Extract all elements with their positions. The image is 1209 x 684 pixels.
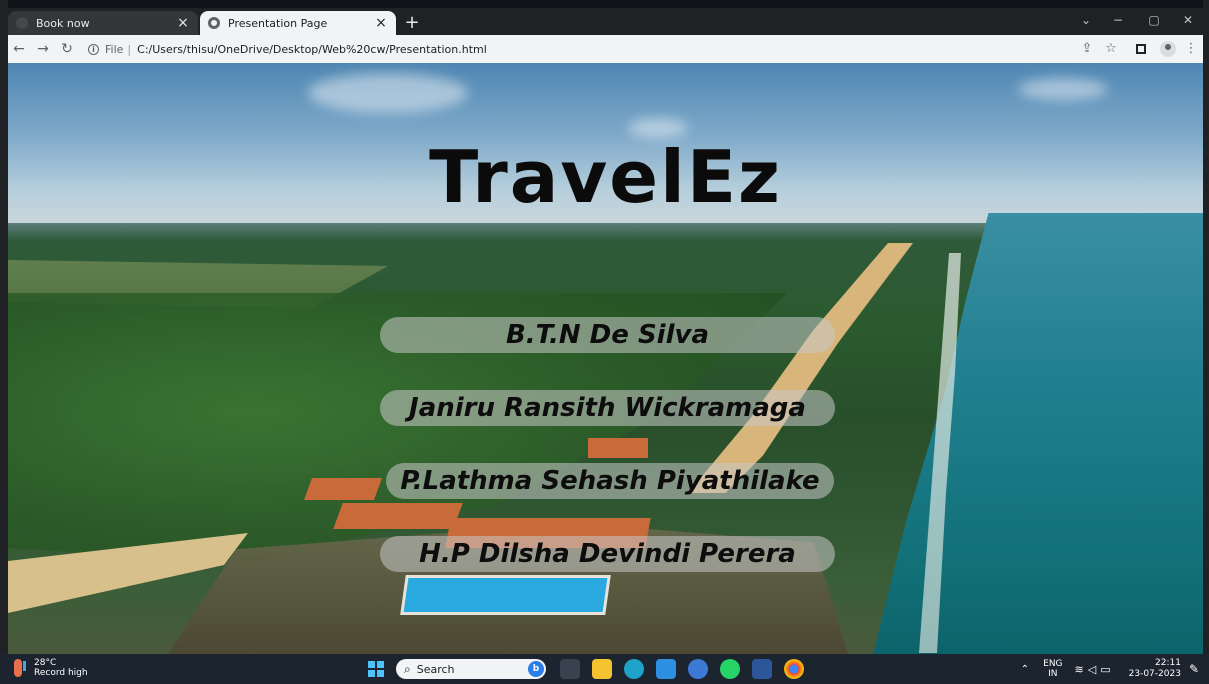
scheme-label: File bbox=[105, 42, 124, 56]
url-text[interactable]: C:/Users/thisu/OneDrive/Desktop/Web%20cw… bbox=[137, 43, 487, 56]
taskbar-center: ⌕ Search b bbox=[368, 659, 810, 679]
wifi-volume-battery-icons[interactable]: ≋◁▭ bbox=[1075, 663, 1115, 676]
window-frame-right bbox=[1203, 0, 1209, 654]
language-code: ENG bbox=[1043, 659, 1063, 669]
vscode-icon[interactable] bbox=[656, 659, 676, 679]
windows-start-icon[interactable] bbox=[368, 661, 384, 677]
chevron-up-icon[interactable]: ⌃ bbox=[1021, 664, 1029, 675]
address-bar[interactable]: i File | C:/Users/thisu/OneDrive/Desktop… bbox=[88, 37, 1088, 61]
close-icon[interactable]: × bbox=[374, 16, 388, 30]
language-region: IN bbox=[1048, 669, 1058, 679]
tab-book-now[interactable]: Book now × bbox=[8, 11, 198, 35]
windows-taskbar: 28°C Record high ⌕ Search b ⌃ ENG IN ≋◁▭… bbox=[0, 654, 1209, 684]
maximize-button[interactable]: ▢ bbox=[1144, 13, 1164, 27]
swimming-pool bbox=[400, 575, 611, 615]
hotel-roof bbox=[333, 503, 463, 529]
file-explorer-icon[interactable] bbox=[592, 659, 612, 679]
window-frame-left bbox=[0, 0, 8, 654]
chrome-icon[interactable] bbox=[784, 659, 804, 679]
edge-icon[interactable] bbox=[624, 659, 644, 679]
menu-kebab-icon[interactable]: ⋮ bbox=[1182, 40, 1200, 58]
cloud-shape bbox=[308, 73, 468, 113]
system-tray: ⌃ ENG IN ≋◁▭ 22:11 23-07-2023 ✎ bbox=[1021, 654, 1209, 684]
team-member-name: B.T.N De Silva bbox=[380, 317, 835, 353]
tab-search-dropdown-icon[interactable]: ⌄ bbox=[1076, 13, 1096, 27]
tab-title: Presentation Page bbox=[228, 16, 328, 30]
weather-temperature: 28°C bbox=[34, 658, 57, 668]
profile-avatar-icon[interactable] bbox=[1160, 41, 1176, 57]
clock[interactable]: 22:11 23-07-2023 bbox=[1129, 658, 1181, 680]
search-placeholder: Search bbox=[416, 662, 455, 676]
page-title: TravelEz bbox=[429, 135, 782, 219]
cloud-shape bbox=[1018, 78, 1108, 100]
info-icon[interactable]: i bbox=[88, 43, 99, 55]
hotel-roof bbox=[588, 438, 648, 458]
forward-arrow-icon[interactable]: → bbox=[34, 40, 52, 58]
bookmark-star-icon[interactable]: ☆ bbox=[1102, 40, 1120, 58]
whatsapp-icon[interactable] bbox=[720, 659, 740, 679]
team-member-name: P.Lathma Sehash Piyathilake bbox=[386, 463, 834, 499]
word-icon[interactable] bbox=[752, 659, 772, 679]
weather-description: Record high bbox=[34, 668, 88, 678]
search-icon: ⌕ bbox=[404, 661, 411, 676]
language-indicator[interactable]: ENG IN bbox=[1043, 659, 1062, 679]
notification-icon[interactable]: ✎ bbox=[1189, 662, 1199, 676]
taskbar-search[interactable]: ⌕ Search b bbox=[396, 659, 546, 679]
share-icon[interactable]: ⇪ bbox=[1078, 40, 1096, 58]
clock-time: 22:11 bbox=[1155, 658, 1181, 668]
background-sea bbox=[873, 213, 1203, 654]
weather-text: 28°C Record high bbox=[34, 658, 88, 678]
scheme-separator: | bbox=[127, 42, 132, 56]
globe-icon bbox=[208, 17, 220, 29]
close-window-button[interactable]: ✕ bbox=[1178, 13, 1198, 27]
weather-widget[interactable]: 28°C Record high bbox=[14, 658, 88, 678]
back-arrow-icon[interactable]: ← bbox=[10, 40, 28, 58]
bing-icon[interactable]: b bbox=[528, 661, 544, 677]
clock-date: 23-07-2023 bbox=[1128, 669, 1181, 679]
new-tab-button[interactable]: + bbox=[402, 14, 422, 34]
app-icon[interactable] bbox=[688, 659, 708, 679]
browser-tab-strip: Book now × Presentation Page × + ⌄ − ▢ ✕ bbox=[8, 8, 1203, 35]
team-member-name: H.P Dilsha Devindi Perera bbox=[380, 536, 835, 572]
hotel-roof bbox=[303, 478, 383, 500]
tab-presentation-page[interactable]: Presentation Page × bbox=[200, 11, 396, 35]
browser-toolbar: ← → ↻ i File | C:/Users/thisu/OneDrive/D… bbox=[8, 35, 1203, 63]
tab-title: Book now bbox=[36, 16, 90, 30]
thermometer-icon bbox=[14, 659, 26, 677]
reload-icon[interactable]: ↻ bbox=[58, 40, 76, 58]
minimize-button[interactable]: − bbox=[1108, 13, 1128, 27]
page-viewport: TravelEz B.T.N De Silva Janiru Ransith W… bbox=[8, 63, 1203, 654]
tab-favicon-icon bbox=[16, 17, 28, 29]
side-panel-icon[interactable] bbox=[1136, 44, 1146, 54]
close-icon[interactable]: × bbox=[176, 16, 190, 30]
team-member-name: Janiru Ransith Wickramaga bbox=[380, 390, 835, 426]
task-view-icon[interactable] bbox=[560, 659, 580, 679]
